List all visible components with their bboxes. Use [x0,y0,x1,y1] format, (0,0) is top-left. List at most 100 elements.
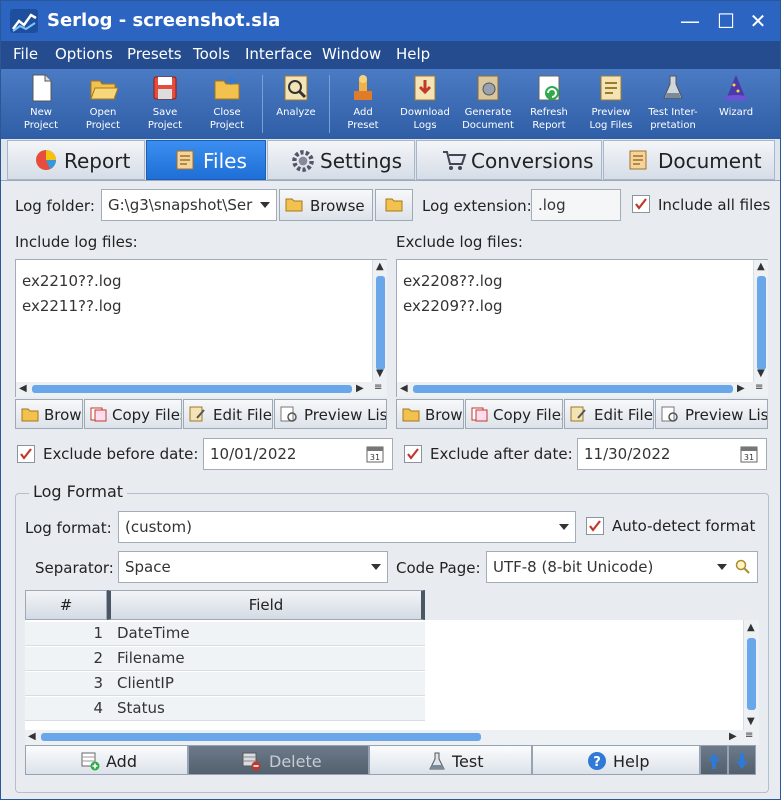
scroll-up-icon[interactable]: ▲ [757,261,765,272]
preview-log-files-button[interactable]: Preview Log Files [581,71,641,137]
new-project-button[interactable]: New Project [11,71,71,137]
include-edit-files-button[interactable]: Edit Files [183,399,273,429]
scroll-thumb[interactable] [41,733,481,741]
menu-lines-icon[interactable]: ≡ [745,730,753,741]
add-preset-button[interactable]: Add Preset [334,71,392,137]
scroll-down-icon[interactable]: ▼ [376,368,384,379]
scroll-down-icon[interactable]: ▼ [747,716,755,727]
tab-conversions[interactable]: Conversions [416,140,602,180]
scroll-up-icon[interactable]: ▲ [747,622,755,633]
scroll-left-icon[interactable]: ◀ [28,731,36,742]
scroll-right-icon[interactable]: ▶ [737,383,745,394]
menu-window[interactable]: Window [322,45,381,63]
table-row[interactable]: 4 Status [25,697,425,721]
include-preview-list-button[interactable]: Preview List [274,399,387,429]
wizard-button[interactable]: Wizard [707,71,765,137]
list-item[interactable]: ex2211??.log [22,297,122,315]
column-header-field[interactable]: Field [107,590,425,620]
vertical-scrollbar[interactable]: ▲ ▼ [743,620,759,730]
help-button[interactable]: ? Help [532,745,700,775]
scroll-left-icon[interactable]: ◀ [400,383,408,394]
tab-settings[interactable]: Settings [267,140,415,180]
exclude-browse-button[interactable]: Brow [396,399,464,429]
minimize-button[interactable]: — [677,9,703,33]
exclude-before-checkbox[interactable] [17,445,35,463]
save-project-button[interactable]: Save Project [135,71,195,137]
open-project-button[interactable]: Open Project [73,71,133,137]
toolbar-label: Project [209,120,245,131]
scroll-thumb[interactable] [757,276,766,370]
move-up-button[interactable] [700,745,728,775]
menu-interface[interactable]: Interface [245,45,312,63]
include-files-list[interactable]: ex2210??.log ex2211??.log ▲ ▼ ◀ ▶ ≡ [15,259,387,397]
scroll-thumb[interactable] [32,385,352,393]
exclude-edit-files-button[interactable]: Edit Files [564,399,654,429]
close-button[interactable]: ✕ [745,9,771,33]
list-item[interactable]: ex2209??.log [403,297,503,315]
include-copy-files-button[interactable]: Copy Files [84,399,182,429]
search-icon[interactable] [735,559,751,575]
scroll-up-icon[interactable]: ▲ [376,261,384,272]
table-row[interactable]: 3 ClientIP [25,672,425,696]
table-row[interactable]: 1 DateTime [25,622,425,646]
refresh-report-button[interactable]: Refresh Report [521,71,577,137]
tab-report[interactable]: Report [7,140,145,180]
scroll-right-icon[interactable]: ▶ [356,383,364,394]
exclude-preview-list-button[interactable]: Preview List [655,399,768,429]
list-item[interactable]: ex2210??.log [22,272,122,290]
field-grid[interactable]: 1 DateTime 2 Filename 3 ClientIP 4 Statu… [25,620,759,730]
horizontal-scrollbar[interactable]: ◀ ▶ ≡ [397,382,768,397]
scroll-down-icon[interactable]: ▼ [757,368,765,379]
title-bar[interactable]: Serlog - screenshot.sla — ☐ ✕ [1,1,780,41]
exclude-before-date-field[interactable]: 10/01/2022 31 [203,438,393,470]
test-button[interactable]: Test [369,745,532,775]
maximize-button[interactable]: ☐ [713,9,739,33]
auto-detect-checkbox[interactable] [586,517,604,535]
delete-button[interactable]: Delete [188,745,369,775]
menu-help[interactable]: Help [396,45,430,63]
separator-combo[interactable]: Space [118,551,388,583]
code-page-combo[interactable]: UTF-8 (8-bit Unicode) [486,551,758,583]
calendar-icon[interactable]: 31 [740,445,758,463]
generate-document-button[interactable]: Generate Document [458,71,518,137]
horizontal-scrollbar[interactable]: ◀ ▶ ≡ [25,730,759,745]
column-header-number[interactable]: # [25,590,107,620]
tab-document[interactable]: Document [603,140,775,180]
button-label: Brow [44,406,82,424]
list-item[interactable]: ex2208??.log [403,272,503,290]
scroll-left-icon[interactable]: ◀ [19,383,27,394]
exclude-after-date-field[interactable]: 11/30/2022 31 [577,438,767,470]
scroll-thumb[interactable] [413,385,733,393]
close-project-button[interactable]: Close Project [197,71,257,137]
menu-lines-icon[interactable]: ≡ [374,382,382,393]
include-all-checkbox[interactable] [632,195,650,213]
horizontal-scrollbar[interactable]: ◀ ▶ ≡ [16,382,387,397]
vertical-scrollbar[interactable]: ▲ ▼ [753,260,768,382]
menu-lines-icon[interactable]: ≡ [755,382,763,393]
exclude-files-list[interactable]: ex2208??.log ex2209??.log ▲ ▼ ◀ ▶ ≡ [396,259,768,397]
menu-presets[interactable]: Presets [127,45,182,63]
scroll-thumb[interactable] [747,638,756,710]
vertical-scrollbar[interactable]: ▲ ▼ [372,260,387,382]
exclude-after-checkbox[interactable] [404,445,422,463]
analyze-button[interactable]: Analyze [267,71,325,137]
scroll-right-icon[interactable]: ▶ [729,731,737,742]
calendar-icon[interactable]: 31 [366,445,384,463]
exclude-copy-files-button[interactable]: Copy Files [465,399,563,429]
scroll-thumb[interactable] [376,276,385,370]
browse-button[interactable]: Browse [279,189,373,221]
open-folder-button[interactable] [375,189,413,221]
add-button[interactable]: Add [25,745,188,775]
table-row[interactable]: 2 Filename [25,647,425,671]
move-down-button[interactable] [728,745,756,775]
menu-options[interactable]: Options [55,45,113,63]
download-logs-button[interactable]: Download Logs [396,71,454,137]
log-format-combo[interactable]: (custom) [118,511,576,543]
tab-files[interactable]: Files [146,140,266,180]
log-folder-combo[interactable]: G:\g3\snapshot\Ser [101,189,277,221]
include-browse-button[interactable]: Brow [15,399,83,429]
log-extension-field[interactable]: .log [531,189,621,221]
test-interpretation-button[interactable]: Test Inter-pretation [643,71,703,137]
menu-file[interactable]: File [13,45,38,63]
menu-tools[interactable]: Tools [193,45,230,63]
